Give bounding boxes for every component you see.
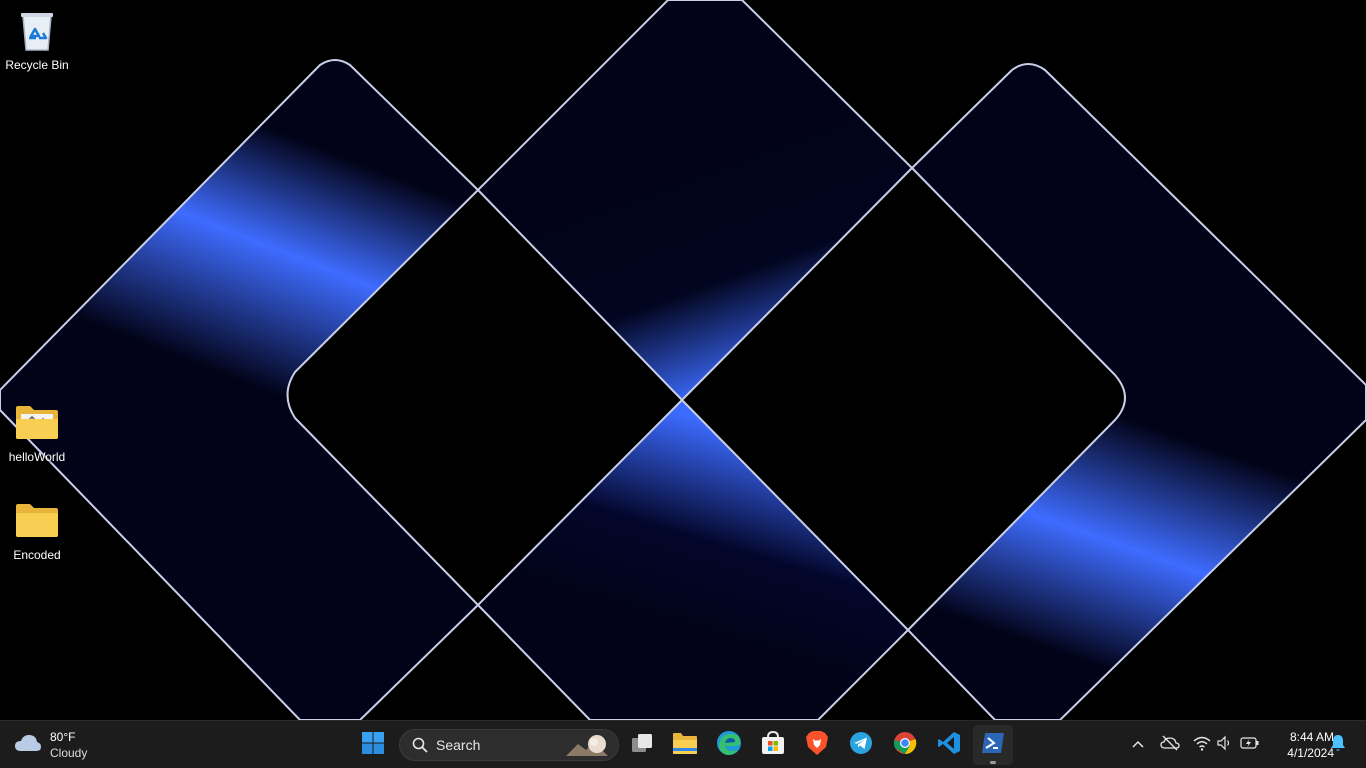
weather-widget[interactable]: 80°F Cloudy <box>14 727 87 763</box>
cloud-icon <box>14 733 42 758</box>
brave-button[interactable] <box>797 725 837 765</box>
desktop-icon-label: Encoded <box>13 548 61 562</box>
clock-date: 4/1/2024 <box>1287 746 1334 760</box>
powershell-button[interactable] <box>973 725 1013 765</box>
edge-button[interactable] <box>709 725 749 765</box>
search-highlight-icon <box>564 732 614 763</box>
chrome-icon <box>893 731 917 760</box>
bell-icon <box>1330 734 1346 757</box>
microsoft-store-button[interactable] <box>753 725 793 765</box>
clock[interactable]: 8:44 AM 4/1/2024 <box>1262 729 1334 761</box>
search-icon <box>412 737 428 753</box>
wifi-icon <box>1193 735 1211 756</box>
desktop-icon-encoded[interactable]: Encoded <box>0 496 74 562</box>
onedrive-button[interactable] <box>1160 735 1180 755</box>
vscode-button[interactable] <box>929 725 969 765</box>
telegram-icon <box>849 731 873 760</box>
show-hidden-icons-button[interactable] <box>1128 735 1148 755</box>
folder-icon <box>13 496 61 544</box>
telegram-button[interactable] <box>841 725 881 765</box>
recycle-bin-icon <box>13 6 61 54</box>
windows-logo-icon <box>361 731 385 760</box>
task-view-button[interactable] <box>622 725 662 765</box>
running-indicator <box>990 761 996 764</box>
folder-icon <box>672 731 698 760</box>
desktop-icon-label: Recycle Bin <box>5 58 69 72</box>
vscode-icon <box>937 731 961 760</box>
weather-condition: Cloudy <box>50 746 88 760</box>
desktop-wallpaper <box>0 0 1366 720</box>
store-icon <box>760 730 786 761</box>
brave-icon <box>805 730 829 761</box>
volume-button[interactable] <box>1214 735 1234 755</box>
chevron-up-icon <box>1131 736 1145 754</box>
start-button[interactable] <box>353 725 393 765</box>
weather-temperature: 80°F <box>50 730 76 744</box>
speaker-icon <box>1216 735 1232 756</box>
desktop-icon-recycle-bin[interactable]: Recycle Bin <box>0 6 74 72</box>
desktop-icon-label: helloWorld <box>8 450 66 464</box>
search-box[interactable]: Search <box>399 729 619 761</box>
battery-button[interactable] <box>1240 735 1260 755</box>
file-explorer-button[interactable] <box>665 725 705 765</box>
search-label: Search <box>436 737 481 753</box>
powershell-icon <box>981 732 1005 759</box>
chrome-button[interactable] <box>885 725 925 765</box>
task-view-icon <box>630 731 654 760</box>
cloud-offline-icon <box>1160 735 1180 756</box>
taskbar: 80°F Cloudy Search 8:44 AM 4/1/2024 <box>0 720 1366 768</box>
battery-icon <box>1240 736 1260 755</box>
network-button[interactable] <box>1192 735 1212 755</box>
edge-icon <box>716 730 742 761</box>
notifications-button[interactable] <box>1328 734 1348 757</box>
desktop-icon-helloworld[interactable]: helloWorld <box>0 398 74 464</box>
clock-time: 8:44 AM <box>1289 730 1334 744</box>
folder-icon <box>13 398 61 446</box>
